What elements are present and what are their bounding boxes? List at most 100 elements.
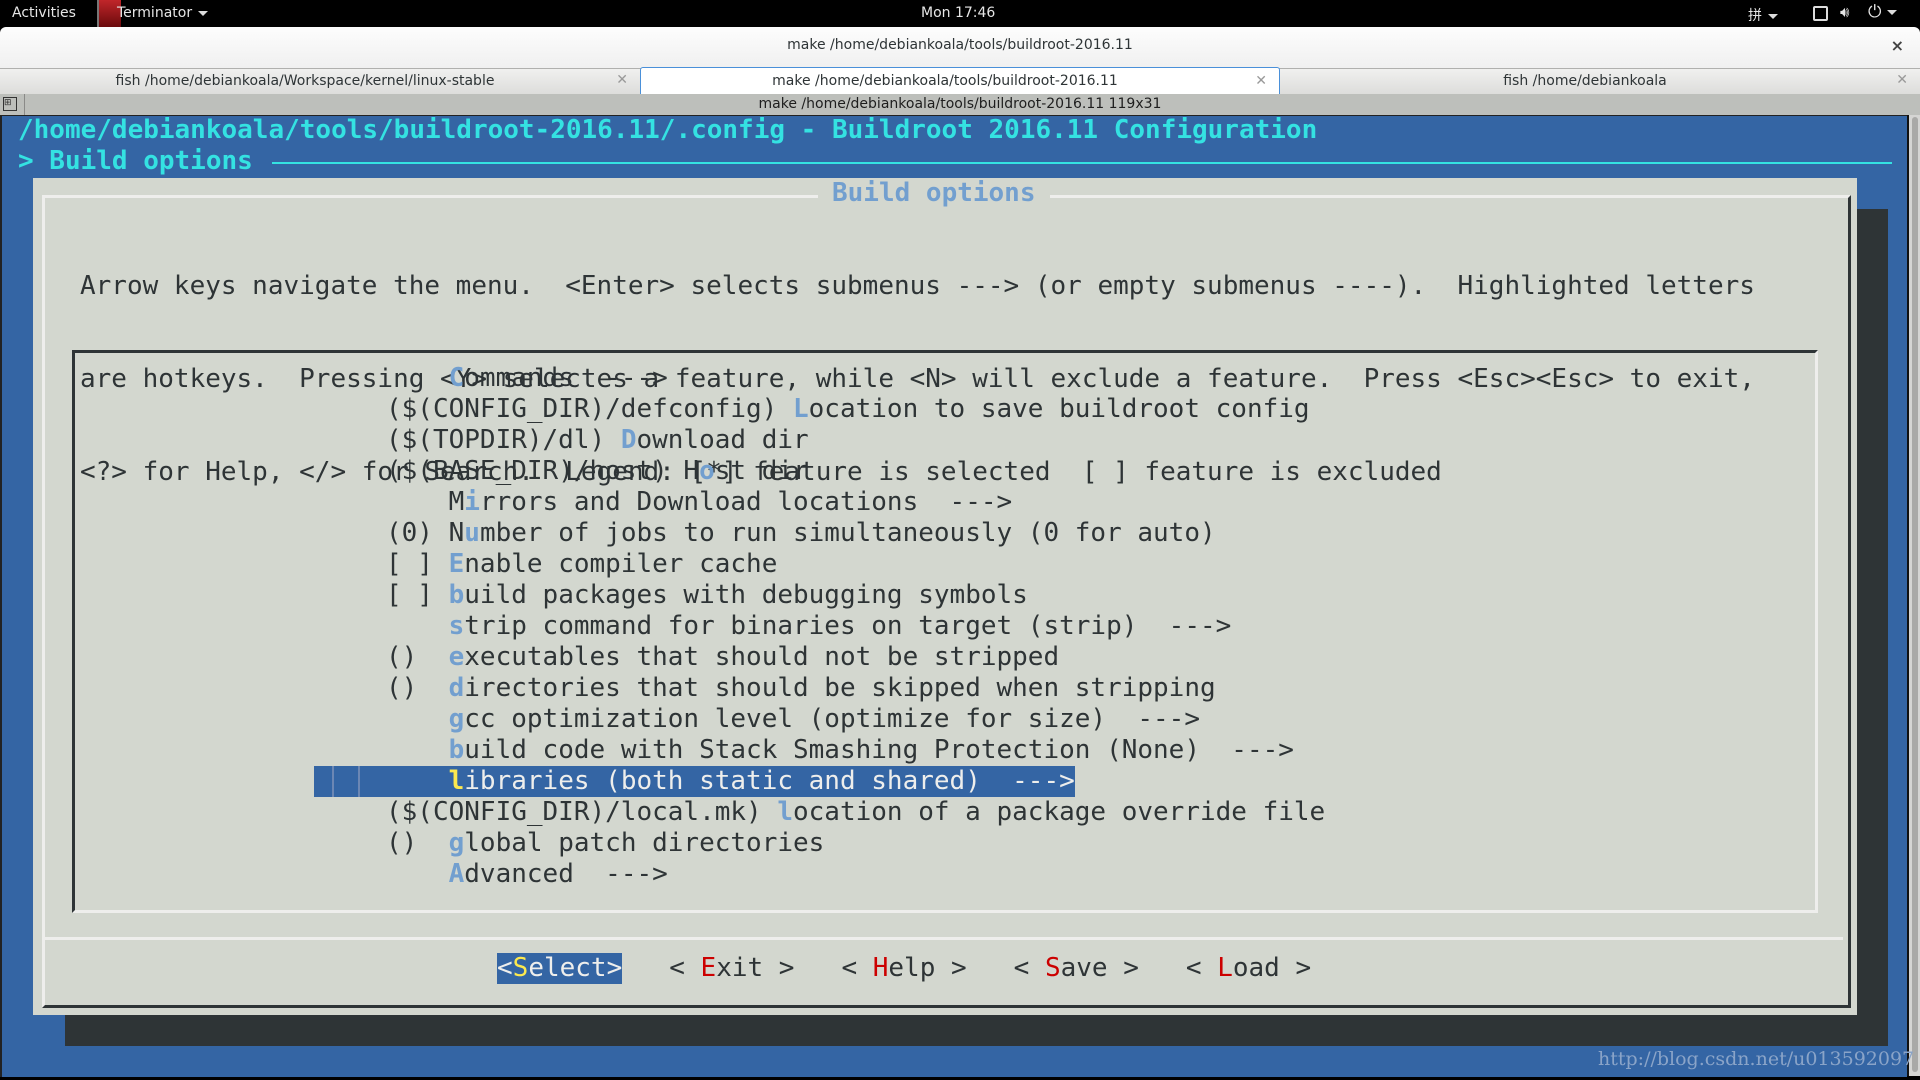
menu-item-hotkey: o bbox=[699, 456, 715, 486]
power-icon[interactable]: ⏻ bbox=[1868, 2, 1898, 22]
menu-item[interactable]: Commands ---> bbox=[386, 363, 1325, 394]
save-button[interactable]: < Save > bbox=[1014, 953, 1139, 984]
tab-bar: fish /home/debiankoala/Workspace/kernel/… bbox=[0, 67, 1920, 96]
menu-item-value: () bbox=[386, 673, 449, 703]
close-tab-icon[interactable]: ✕ bbox=[1255, 73, 1267, 89]
button-label: < bbox=[669, 953, 701, 983]
button-hotkey: L bbox=[1217, 953, 1233, 983]
menu-item-selected[interactable]: libraries (both static and shared) ---> bbox=[314, 766, 1075, 797]
close-tab-icon[interactable]: ✕ bbox=[1896, 72, 1908, 88]
button-label: < bbox=[1013, 953, 1045, 983]
menu-item[interactable]: gcc optimization level (optimize for siz… bbox=[386, 704, 1325, 735]
menu-item[interactable]: ($(CONFIG_DIR)/local.mk) location of a p… bbox=[386, 797, 1325, 828]
menu-item-value: ($(BASE_DIR)/host) bbox=[386, 456, 684, 486]
menu-item-hotkey: l bbox=[448, 766, 465, 796]
menu-item-value: ($(TOPDIR)/dl) bbox=[386, 425, 621, 455]
menu-item[interactable]: [ ] build packages with debugging symbol… bbox=[386, 580, 1325, 611]
exit-button[interactable]: < Exit > bbox=[669, 953, 794, 984]
menu-item-value bbox=[386, 735, 449, 765]
button-label: oad bbox=[1232, 953, 1280, 983]
menu-item-label: nable compiler cache bbox=[464, 549, 778, 579]
button-label: elect bbox=[528, 953, 607, 983]
terminal-title-bar: ⊞ make /home/debiankoala/tools/buildroot… bbox=[0, 94, 1920, 115]
menu-item[interactable]: ($(CONFIG_DIR)/defconfig) Location to sa… bbox=[386, 394, 1325, 425]
menu-item[interactable]: Advanced ---> bbox=[386, 859, 1325, 890]
tab-label: fish /home/debiankoala bbox=[1503, 73, 1667, 89]
menu-item-label: ommands ---> bbox=[464, 363, 668, 393]
menu-item-hotkey: b bbox=[448, 580, 465, 610]
close-window-button[interactable]: × bbox=[1891, 36, 1904, 55]
menu-item[interactable]: [ ] Enable compiler cache bbox=[386, 549, 1325, 580]
scrollbar-thumb[interactable] bbox=[1912, 117, 1918, 1072]
input-method-indicator[interactable]: 拼 bbox=[1748, 5, 1778, 25]
menu-item-label: lobal patch directories bbox=[464, 828, 825, 858]
menu-item[interactable]: () global patch directories bbox=[386, 828, 1325, 859]
menu-item-label: irectories that should be skipped when s… bbox=[464, 673, 1216, 703]
menu-item-hotkey: b bbox=[448, 735, 465, 765]
button-label: xit bbox=[716, 953, 764, 983]
menu-item-value: [ ] bbox=[386, 549, 449, 579]
menu-item-label: xecutables that should not be stripped bbox=[464, 642, 1060, 672]
clock[interactable]: Mon 17:46 bbox=[921, 5, 995, 21]
menu-item-value: () bbox=[386, 642, 449, 672]
menu-item[interactable]: (0) Number of jobs to run simultaneously… bbox=[386, 518, 1325, 549]
menu-item-label: mber of jobs to run simultaneously (0 fo… bbox=[479, 518, 1216, 548]
watermark: http://blog.csdn.net/u013592097 bbox=[1598, 1048, 1915, 1070]
menu-item[interactable]: Mirrors and Download locations ---> bbox=[386, 487, 1325, 518]
button-label: < bbox=[497, 953, 513, 983]
button-hotkey: S bbox=[1044, 953, 1061, 983]
menu-item-label: ibraries (both static and shared) ---> bbox=[464, 766, 1075, 796]
window-icon[interactable] bbox=[1813, 6, 1828, 21]
breadcrumb: > Build options bbox=[18, 146, 253, 176]
menu-item[interactable]: strip command for binaries on target (st… bbox=[386, 611, 1325, 642]
close-tab-icon[interactable]: ✕ bbox=[616, 72, 628, 88]
app-menu-button[interactable]: Terminator bbox=[117, 5, 209, 21]
menu-item-label: rrors and Download locations ---> bbox=[479, 487, 1013, 517]
select-button[interactable]: <Select> bbox=[497, 953, 623, 984]
window-title: make /home/debiankoala/tools/buildroot-2… bbox=[787, 37, 1133, 53]
menu-item[interactable]: () directories that should be skipped wh… bbox=[386, 673, 1325, 704]
app-name: Terminator bbox=[117, 5, 193, 21]
menu-item-hotkey: L bbox=[793, 394, 809, 424]
input-method-icon: 拼 bbox=[1748, 8, 1762, 24]
dialog-title: Build options bbox=[818, 178, 1050, 209]
button-label: < bbox=[1185, 953, 1218, 983]
help-button[interactable]: < Help > bbox=[841, 953, 966, 984]
button-label: > bbox=[1279, 953, 1312, 983]
menu-item-hotkey: l bbox=[777, 797, 793, 827]
load-button[interactable]: < Load > bbox=[1186, 953, 1311, 984]
scrollbar[interactable] bbox=[1907, 115, 1920, 1076]
chevron-down-icon bbox=[1887, 9, 1898, 15]
terminal-title: make /home/debiankoala/tools/buildroot-2… bbox=[758, 96, 1162, 112]
tab-fish-home[interactable]: fish /home/debiankoala ✕ bbox=[1280, 69, 1920, 95]
tab-make-buildroot[interactable]: make /home/debiankoala/tools/buildroot-2… bbox=[640, 67, 1280, 96]
menu-item-label: cc optimization level (optimize for size… bbox=[464, 704, 1200, 734]
menu-item[interactable]: build code with Stack Smashing Protectio… bbox=[386, 735, 1325, 766]
button-label: > bbox=[606, 953, 623, 983]
menu-item-hotkey: g bbox=[448, 828, 465, 858]
button-hotkey: H bbox=[872, 953, 889, 983]
menu-item-value bbox=[386, 363, 449, 393]
menu-item-value: ($(CONFIG_DIR)/defconfig) bbox=[386, 394, 793, 424]
chevron-down-icon bbox=[198, 10, 209, 16]
menu-item[interactable]: ($(TOPDIR)/dl) Download dir bbox=[386, 425, 1325, 456]
menu-item-label: uild packages with debugging symbols bbox=[464, 580, 1028, 610]
menu-item-label: M bbox=[448, 487, 465, 517]
menu-item-label: dvanced ---> bbox=[464, 859, 668, 889]
tab-fish-kernel[interactable]: fish /home/debiankoala/Workspace/kernel/… bbox=[0, 69, 640, 95]
activities-button[interactable]: Activities bbox=[12, 5, 76, 21]
tab-label: make /home/debiankoala/tools/buildroot-2… bbox=[772, 73, 1118, 89]
volume-icon[interactable]: 🔊︎ bbox=[1840, 3, 1849, 21]
config-path-header: /home/debiankoala/tools/buildroot-2016.1… bbox=[18, 115, 1318, 145]
menu-item[interactable]: ($(BASE_DIR)/host) Host dir bbox=[386, 456, 1325, 487]
menu-item-hotkey: C bbox=[448, 363, 465, 393]
menu-item-label: uild code with Stack Smashing Protection… bbox=[464, 735, 1294, 765]
breadcrumb-rule bbox=[272, 162, 1892, 164]
menu-item[interactable]: () executables that should not be stripp… bbox=[386, 642, 1325, 673]
chevron-down-icon bbox=[1768, 13, 1778, 19]
menu-item-label: trip command for binaries on target (str… bbox=[464, 611, 1232, 641]
